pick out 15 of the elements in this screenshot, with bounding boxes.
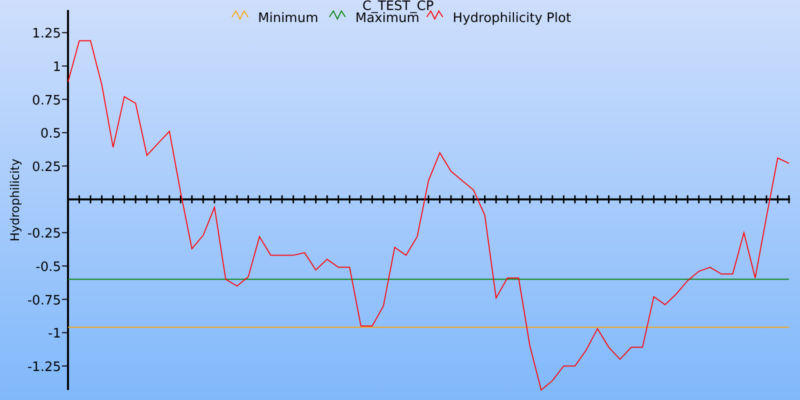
legend-label: Hydrophilicity Plot — [452, 11, 572, 26]
axis-tick-label: 0.75 — [32, 93, 61, 108]
axis-tick-label: -0.5 — [36, 260, 61, 275]
axis-tick-label: 1.25 — [32, 26, 61, 42]
axis-tick-label: 1 — [52, 60, 61, 75]
axis-tick-label: 0.5 — [40, 126, 61, 142]
axis-tick-label: -0.25 — [27, 226, 61, 242]
axis-tick-label: 0.25 — [32, 160, 61, 175]
axis-tick-label: -1 — [48, 326, 61, 342]
chart-title: C_TEST_CP — [362, 0, 434, 14]
legend-label: Minimum — [258, 11, 318, 26]
axis-tick-label: -1.25 — [27, 360, 61, 375]
axis-tick-label: -0.75 — [27, 293, 61, 308]
axis-title: Hydrophilicity — [8, 158, 22, 242]
legend-label: Maximum — [355, 11, 420, 26]
